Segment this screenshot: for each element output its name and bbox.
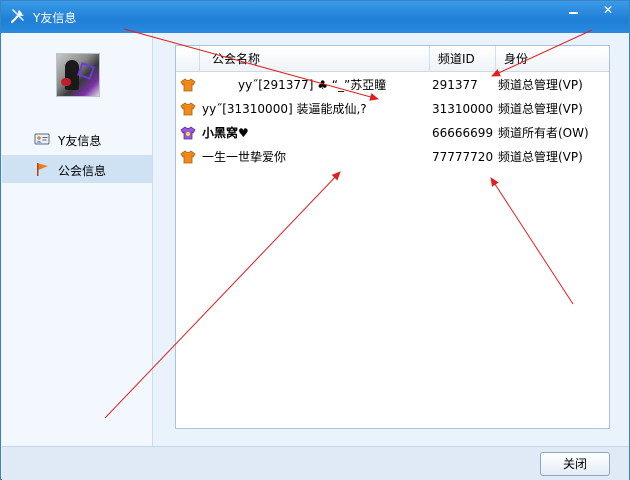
table-row[interactable]: 一生一世挚爱你 77777720 频道总管理(VP) [176, 145, 609, 169]
guild-table: 公会名称 频道ID 身份 yy˝[291377] ♣ “_”苏亞瞳 291377… [175, 45, 610, 429]
sidebar-item-label: Y友信息 [58, 134, 102, 148]
channel-id: 31310000 [432, 102, 494, 116]
guild-name: yy˝[31310000] 装逼能成仙,? [202, 102, 367, 116]
sidebar-item-guild-info[interactable]: 公会信息 [2, 155, 152, 183]
tools-icon [9, 7, 27, 25]
avatar-accent [61, 78, 71, 86]
close-window-button[interactable]: ✕ [593, 1, 623, 21]
orange-shirt-icon [178, 97, 198, 121]
column-header-channel-id[interactable]: 频道ID [430, 46, 496, 72]
title-bar[interactable]: Y友信息 ✕ [1, 1, 629, 33]
avatar-mark [77, 62, 95, 80]
window-title: Y友信息 [33, 11, 77, 25]
channel-id: 291377 [432, 78, 478, 92]
sidebar-item-friend-info[interactable]: Y友信息 [2, 125, 152, 153]
table-row[interactable]: 小黑窝♥ 66666699 频道所有者(OW) [176, 121, 609, 145]
purple-shirt-icon [178, 121, 198, 145]
guild-name: 一生一世挚爱你 [202, 150, 287, 164]
avatar [56, 53, 100, 97]
sidebar: Y友信息 公会信息 [2, 33, 153, 446]
close-button[interactable]: 关闭 [540, 452, 610, 476]
channel-id: 77777720 [432, 150, 494, 164]
role: 频道总管理(VP) [498, 150, 583, 164]
minimize-button[interactable] [558, 1, 588, 21]
table-row[interactable]: yy˝[291377] ♣ “_”苏亞瞳 291377 频道总管理(VP) [176, 73, 609, 97]
orange-shirt-icon [178, 145, 198, 169]
sidebar-item-label: 公会信息 [58, 164, 107, 178]
icon-column-header [176, 46, 200, 72]
guild-info-window: Y友信息 ✕ Y友信息 公会信息 公会名称 频道ID 身份 yy˝[291377… [0, 0, 630, 480]
table-header: 公会名称 频道ID 身份 [176, 46, 609, 72]
role: 频道所有者(OW) [498, 126, 589, 140]
role: 频道总管理(VP) [498, 78, 583, 92]
guild-name: yy˝[291377] ♣ “_”苏亞瞳 [238, 78, 387, 92]
minimize-icon [569, 12, 578, 14]
table-row[interactable]: yy˝[31310000] 装逼能成仙,? 31310000 频道总管理(VP) [176, 97, 609, 121]
footer-bar [2, 446, 629, 480]
column-header-role[interactable]: 身份 [496, 46, 609, 72]
id-card-icon [34, 131, 50, 147]
orange-shirt-icon [178, 73, 198, 97]
column-header-guild-name[interactable]: 公会名称 [200, 46, 430, 72]
flag-icon [34, 161, 50, 177]
role: 频道总管理(VP) [498, 102, 583, 116]
channel-id: 66666699 [432, 126, 494, 140]
guild-name: 小黑窝♥ [202, 126, 249, 140]
